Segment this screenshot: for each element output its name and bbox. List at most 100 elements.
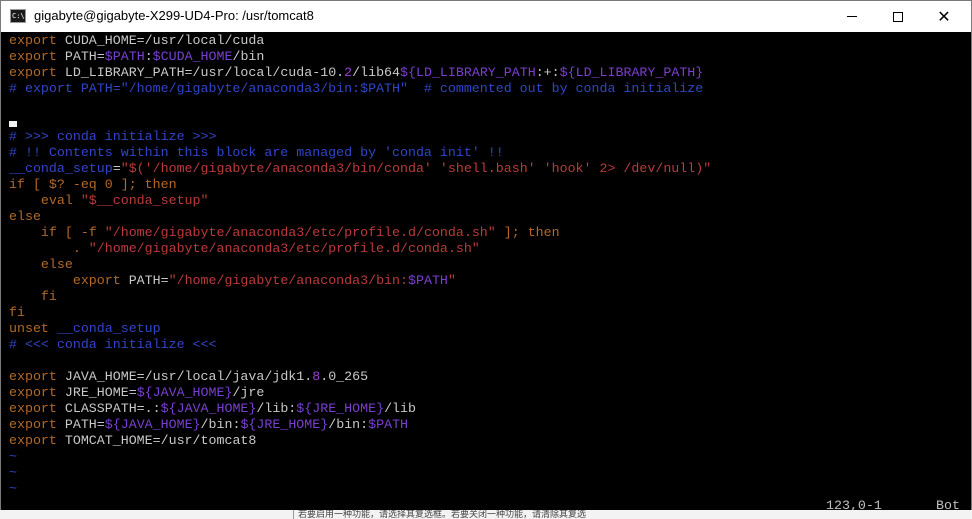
code-token: /bin:	[328, 417, 369, 432]
editor-line: unset __conda_setup	[9, 321, 711, 337]
editor-line: ~	[9, 481, 711, 497]
code-token: JAVA_HOME=/usr/local/java/jdk1.	[56, 369, 313, 384]
editor-line: # export PATH="/home/gigabyte/anaconda3/…	[9, 81, 711, 97]
code-token: PATH=	[120, 273, 169, 288]
code-token: ${LD_LIBRARY_PATH}	[559, 65, 704, 80]
code-token: unset	[9, 321, 49, 336]
minimize-icon	[847, 16, 857, 17]
code-token: /jre	[232, 385, 265, 400]
editor-line: . "/home/gigabyte/anaconda3/etc/profile.…	[9, 241, 711, 257]
code-token: /bin	[232, 49, 265, 64]
code-token: ${JAVA_HOME}	[136, 385, 233, 400]
code-token: $CUDA_HOME	[152, 49, 233, 64]
code-token: .0_265	[320, 369, 369, 384]
code-token: __conda_setup	[48, 321, 161, 336]
code-token: "/home/gigabyte/anaconda3/etc/profile.d/…	[104, 225, 496, 240]
code-token: ${JRE_HOME}	[240, 417, 329, 432]
editor-line: if [ $? -eq 0 ]; then	[9, 177, 711, 193]
code-token: "/home/gigabyte/anaconda3/etc/profile.d/…	[88, 241, 480, 256]
code-token: __conda_setup	[9, 161, 113, 176]
code-token: /lib	[384, 401, 416, 416]
editor-line: fi	[9, 289, 711, 305]
editor-line: export CUDA_HOME=/usr/local/cuda	[9, 33, 711, 49]
text-cursor	[9, 121, 17, 127]
code-token: export	[9, 65, 57, 80]
code-token: # <<< conda initialize <<<	[9, 337, 217, 352]
code-token: export	[9, 417, 57, 432]
editor-line: eval "$__conda_setup"	[9, 193, 711, 209]
code-token: LD_LIBRARY_PATH=/usr/local/cuda-10.	[56, 65, 345, 80]
background-window-strip: 若要启用一种功能，请选择其复选框。若要关闭一种功能，请清除其复选	[0, 510, 972, 519]
terminal-area[interactable]: export CUDA_HOME=/usr/local/cuda export P…	[1, 32, 971, 518]
code-token: fi	[9, 289, 57, 304]
code-token: ~	[9, 465, 17, 480]
code-token: ]; then	[495, 225, 560, 240]
editor-line: export LD_LIBRARY_PATH=/usr/local/cuda-1…	[9, 65, 711, 81]
code-token: /lib:	[256, 401, 297, 416]
editor-line: export JAVA_HOME=/usr/local/java/jdk1.8.…	[9, 369, 711, 385]
code-token: if [ $? -eq 0 ]; then	[9, 177, 177, 192]
editor-line: export PATH=${JAVA_HOME}/bin:${JRE_HOME}…	[9, 417, 711, 433]
editor-line: fi	[9, 305, 711, 321]
code-token: "$('/home/gigabyte/anaconda3/bin/conda' …	[120, 161, 712, 176]
code-token: export	[9, 433, 57, 448]
code-token: export	[9, 401, 57, 416]
code-token: "/home/gigabyte/anaconda3/bin:	[168, 273, 408, 288]
editor-buffer[interactable]: export CUDA_HOME=/usr/local/cuda export P…	[9, 33, 711, 497]
code-token: JRE_HOME=	[56, 385, 137, 400]
code-token: ~	[9, 481, 17, 496]
close-button[interactable]: ✕	[921, 1, 967, 32]
code-token: $PATH	[368, 417, 409, 432]
code-token: export	[9, 33, 57, 48]
code-token: ${JAVA_HOME}	[104, 417, 201, 432]
window-title: gigabyte@gigabyte-X299-UD4-Pro: /usr/tom…	[34, 8, 314, 23]
editor-line: else	[9, 209, 711, 225]
code-token: # export PATH="/home/gigabyte/anaconda3/…	[9, 81, 704, 96]
editor-line: export CLASSPATH=.:${JAVA_HOME}/lib:${JR…	[9, 401, 711, 417]
editor-line: else	[9, 257, 711, 273]
code-token: =	[112, 161, 121, 176]
code-token: else	[9, 209, 41, 224]
code-token: "	[447, 273, 456, 288]
code-token: export	[9, 49, 57, 64]
maximize-button[interactable]	[875, 1, 921, 32]
editor-line: # >>> conda initialize >>>	[9, 129, 711, 145]
code-token: :	[144, 49, 153, 64]
code-token: PATH=	[56, 49, 105, 64]
code-token: ${JRE_HOME}	[296, 401, 385, 416]
code-token: $PATH	[104, 49, 145, 64]
editor-line: export JRE_HOME=${JAVA_HOME}/jre	[9, 385, 711, 401]
code-token: else	[9, 257, 73, 272]
editor-line: ~	[9, 465, 711, 481]
code-token: # >>> conda initialize >>>	[9, 129, 217, 144]
console-icon: C:\	[10, 9, 26, 23]
code-token: CLASSPATH=.:	[56, 401, 161, 416]
code-token: export	[9, 369, 57, 384]
code-token: PATH=	[56, 417, 105, 432]
code-token: export	[9, 385, 57, 400]
title-bar[interactable]: C:\ gigabyte@gigabyte-X299-UD4-Pro: /usr…	[1, 1, 971, 32]
editor-line: ~	[9, 449, 711, 465]
editor-line: if [ -f "/home/gigabyte/anaconda3/etc/pr…	[9, 225, 711, 241]
editor-line: export PATH="/home/gigabyte/anaconda3/bi…	[9, 273, 711, 289]
code-token: :+:	[535, 65, 560, 80]
terminal-window: C:\ gigabyte@gigabyte-X299-UD4-Pro: /usr…	[0, 0, 972, 519]
editor-line: # !! Contents within this block are mana…	[9, 145, 711, 161]
background-window-text: 若要启用一种功能，请选择其复选框。若要关闭一种功能，请清除其复选	[293, 510, 586, 519]
editor-line: export PATH=$PATH:$CUDA_HOME/bin	[9, 49, 711, 65]
close-icon: ✕	[937, 6, 951, 26]
code-token: 2	[344, 65, 353, 80]
minimize-button[interactable]	[829, 1, 875, 32]
code-token: ${LD_LIBRARY_PATH	[400, 65, 536, 80]
code-token: eval	[9, 193, 81, 208]
code-token: ~	[9, 449, 17, 464]
code-token: .	[9, 241, 89, 256]
code-token: export	[9, 273, 121, 288]
code-token: TOMCAT_HOME=/usr/tomcat8	[56, 433, 257, 448]
code-token: # !! Contents within this block are mana…	[9, 145, 504, 160]
code-token: "$__conda_setup"	[80, 193, 209, 208]
code-token: /bin:	[200, 417, 241, 432]
code-token: $PATH	[408, 273, 448, 288]
